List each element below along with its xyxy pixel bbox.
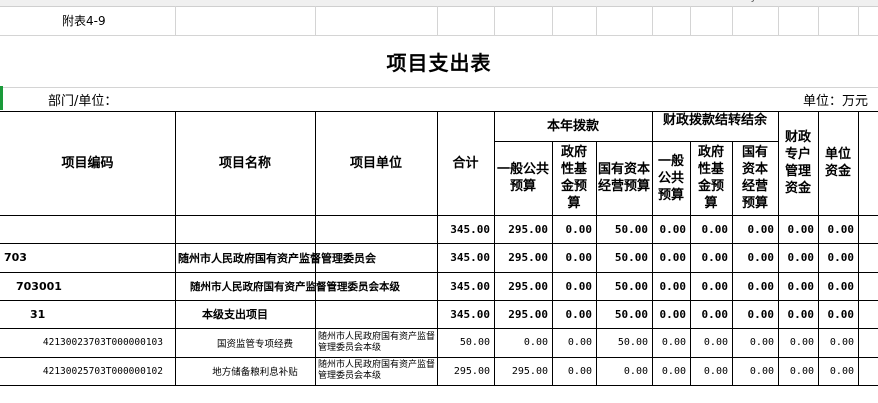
appendix-label: 附表4-9 [62, 13, 106, 28]
row-selection-mark [0, 86, 3, 110]
cell-total[interactable]: 345.00 [437, 215, 494, 243]
cell-unit-fund[interactable]: 0.00 [818, 300, 858, 328]
header-unit-fund: 单位资金 [824, 147, 851, 179]
cell-fund[interactable]: 0.00 [552, 243, 596, 272]
cell-fund[interactable]: 0.00 [552, 215, 596, 243]
header-fund-budget: 政府性基金预算 [560, 145, 587, 211]
cell-fund[interactable]: 0.00 [552, 357, 596, 385]
cell-code[interactable]: 703001 [16, 272, 174, 300]
column-letter[interactable]: C [373, 0, 380, 3]
cell-state-capital[interactable]: 0.00 [596, 357, 652, 385]
cell-total[interactable]: 345.00 [437, 300, 494, 328]
cell-state-capital[interactable]: 50.00 [596, 243, 652, 272]
header-project-code: 项目编码 [61, 155, 114, 171]
header-carryover-fund: 政府性基金预算 [697, 145, 724, 211]
cell-state-capital[interactable]: 50.00 [596, 328, 652, 357]
cell-code[interactable]: 42130023703T000000103 [0, 328, 175, 357]
column-letter[interactable]: K [795, 0, 802, 3]
cell-co-general[interactable]: 0.00 [652, 215, 690, 243]
cell-special-fund[interactable]: 0.00 [778, 215, 818, 243]
column-letter[interactable]: L [836, 0, 842, 3]
header-carryover-general: 一般公共预算 [657, 153, 684, 203]
cell-total[interactable]: 345.00 [437, 272, 494, 300]
page-title: 项目支出表 [386, 50, 492, 75]
cell-unit[interactable]: 随州市人民政府国有资产监督管理委员会本级 [318, 357, 436, 385]
cell-general[interactable]: 295.00 [494, 272, 552, 300]
cell-co-general[interactable]: 0.00 [652, 272, 690, 300]
column-letter[interactable]: H [668, 0, 676, 3]
cell-co-state-capital[interactable]: 0.00 [732, 328, 778, 357]
column-letter[interactable]: A [115, 0, 122, 3]
cell-special-fund[interactable]: 0.00 [778, 357, 818, 385]
column-header-bar: A B C D E F G H I J K L [0, 0, 878, 7]
cell-special-fund[interactable]: 0.00 [778, 243, 818, 272]
header-carryover: 财政拨款结转结余 [662, 113, 767, 128]
cell-co-fund[interactable]: 0.00 [690, 215, 732, 243]
cell-total[interactable]: 50.00 [437, 328, 494, 357]
cell-co-state-capital[interactable]: 0.00 [732, 300, 778, 328]
cell-state-capital[interactable]: 50.00 [596, 215, 652, 243]
cell-general[interactable]: 295.00 [494, 243, 552, 272]
cell-co-fund[interactable]: 0.00 [690, 243, 732, 272]
cell-fund[interactable]: 0.00 [552, 328, 596, 357]
dept-label: 部门/单位： [48, 93, 118, 109]
cell-total[interactable]: 295.00 [437, 357, 494, 385]
cell-total[interactable]: 345.00 [437, 243, 494, 272]
cell-co-fund[interactable]: 0.00 [690, 300, 732, 328]
cell-general[interactable]: 295.00 [494, 357, 552, 385]
header-project-name: 项目名称 [218, 155, 271, 171]
header-special-fund: 财政专户管理资金 [784, 130, 811, 196]
cell-co-general[interactable]: 0.00 [652, 243, 690, 272]
cell-special-fund[interactable]: 0.00 [778, 300, 818, 328]
cell-name[interactable]: 本级支出项目 [202, 300, 314, 328]
cell-unit-fund[interactable]: 0.00 [818, 272, 858, 300]
cell-co-state-capital[interactable]: 0.00 [732, 272, 778, 300]
cell-co-fund[interactable]: 0.00 [690, 272, 732, 300]
cell-unit[interactable]: 随州市人民政府国有资产监督管理委员会本级 [318, 328, 436, 357]
cell-co-fund[interactable]: 0.00 [690, 357, 732, 385]
cell-name[interactable]: 随州市人民政府国有资产监督管理委员会 [178, 243, 436, 272]
cell-general[interactable]: 295.00 [494, 215, 552, 243]
cell-fund[interactable]: 0.00 [552, 272, 596, 300]
cell-name[interactable]: 地方储备粮利息补贴 [175, 357, 315, 385]
cell-special-fund[interactable]: 0.00 [778, 272, 818, 300]
cell-unit-fund[interactable]: 0.00 [818, 328, 858, 357]
cell-code[interactable]: 703 [4, 243, 174, 272]
header-state-capital-budget: 国有资本经营预算 [598, 162, 651, 194]
cell-state-capital[interactable]: 50.00 [596, 272, 652, 300]
header-general-budget: 一般公共预算 [497, 162, 550, 194]
column-letter[interactable]: G [621, 0, 629, 3]
cell-general[interactable]: 295.00 [494, 300, 552, 328]
cell-name[interactable]: 国资监管专项经费 [175, 328, 315, 357]
header-carryover-state-capital: 国有资本经营预算 [741, 145, 768, 211]
column-letter[interactable]: J [752, 0, 755, 3]
cell-co-state-capital[interactable]: 0.00 [732, 243, 778, 272]
cell-unit-fund[interactable]: 0.00 [818, 357, 858, 385]
header-current-year: 本年拨款 [546, 118, 599, 134]
cell-fund[interactable]: 0.00 [552, 300, 596, 328]
cell-code[interactable]: 31 [30, 300, 174, 328]
column-letter[interactable]: B [240, 0, 247, 3]
cell-code[interactable]: 42130025703T000000102 [0, 357, 175, 385]
cell-co-state-capital[interactable]: 0.00 [732, 357, 778, 385]
cell-unit-fund[interactable]: 0.00 [818, 243, 858, 272]
cell-special-fund[interactable]: 0.00 [778, 328, 818, 357]
column-letter[interactable]: F [572, 0, 578, 3]
cell-unit-fund[interactable]: 0.00 [818, 215, 858, 243]
cell-co-general[interactable]: 0.00 [652, 357, 690, 385]
cell-co-fund[interactable]: 0.00 [690, 328, 732, 357]
cell-general[interactable]: 0.00 [494, 328, 552, 357]
header-project-unit: 项目单位 [349, 155, 402, 171]
cell-co-general[interactable]: 0.00 [652, 328, 690, 357]
cell-co-general[interactable]: 0.00 [652, 300, 690, 328]
column-letter[interactable]: I [708, 0, 711, 3]
column-letter[interactable]: D [463, 0, 471, 3]
header-total: 合计 [452, 155, 479, 171]
cell-state-capital[interactable]: 50.00 [596, 300, 652, 328]
unit-label: 单位：万元 [803, 93, 869, 109]
cell-name[interactable]: 随州市人民政府国有资产监督管理委员会本级 [190, 272, 436, 300]
cell-co-state-capital[interactable]: 0.00 [732, 215, 778, 243]
column-letter[interactable]: E [520, 0, 526, 3]
